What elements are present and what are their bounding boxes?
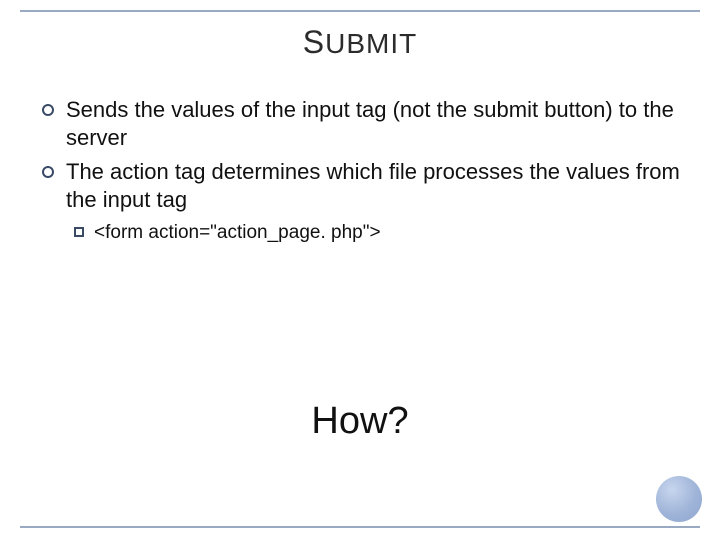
bottom-rule — [20, 526, 700, 528]
sub-bullet-item: <form action="action_page. php"> — [74, 221, 684, 246]
sub-bullet-text: <form action="action_page. php"> — [94, 221, 381, 246]
bullet-item: The action tag determines which file pro… — [42, 158, 684, 214]
how-heading: How? — [0, 400, 720, 443]
bullet-text: Sends the values of the input tag (not t… — [66, 96, 684, 152]
top-rule — [20, 10, 700, 12]
bullet-text: The action tag determines which file pro… — [66, 158, 684, 214]
title-rest: UBMIT — [325, 28, 417, 59]
bullet-icon — [42, 166, 54, 178]
bullet-item: Sends the values of the input tag (not t… — [42, 96, 684, 152]
slide: SUBMIT Sends the values of the input tag… — [0, 0, 720, 540]
square-bullet-icon — [74, 227, 84, 237]
slide-title: SUBMIT — [0, 24, 720, 61]
bullet-icon — [42, 104, 54, 116]
corner-decoration — [656, 476, 702, 522]
content-area: Sends the values of the input tag (not t… — [42, 96, 684, 245]
title-first-letter: S — [303, 24, 325, 60]
